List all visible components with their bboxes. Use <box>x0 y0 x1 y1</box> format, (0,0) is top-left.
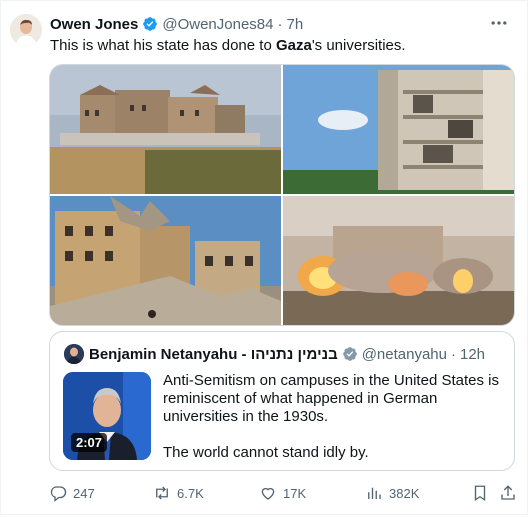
tweet-text: This is what his state has done to Gaza'… <box>50 37 406 55</box>
quoted-tweet-header: Benjamin Netanyahu - בנימין נתניהו @neta… <box>64 344 485 364</box>
tweet-card[interactable]: Owen Jones @OwenJones84 · 7h This is wha… <box>0 0 528 515</box>
quoted-video-thumbnail[interactable]: 2:07 <box>63 372 151 460</box>
media-image-4[interactable] <box>283 196 515 326</box>
views-count: 382K <box>389 485 420 501</box>
bookmark-button[interactable] <box>471 482 495 504</box>
repost-count: 6.7K <box>177 485 204 501</box>
more-options-icon[interactable] <box>489 13 509 33</box>
share-button[interactable] <box>499 482 523 504</box>
quoted-author-name: Benjamin Netanyahu - בנימין נתניהו <box>89 345 338 363</box>
verified-badge-icon <box>143 17 158 31</box>
separator-dot: · <box>277 15 283 33</box>
media-image-2[interactable] <box>283 65 515 194</box>
verified-badge-icon <box>342 347 357 361</box>
tweet-header: Owen Jones @OwenJones84 · 7h <box>50 14 487 34</box>
share-icon <box>501 485 515 500</box>
quoted-tweet-text: Anti-Semitism on campuses in the United … <box>163 372 503 462</box>
author-avatar[interactable] <box>10 14 42 46</box>
quoted-timestamp: 12h <box>460 345 486 363</box>
quoted-paragraph-2: The world cannot stand idly by. <box>163 444 369 461</box>
bookmark-icon <box>474 485 486 502</box>
views-chart-icon <box>368 487 381 499</box>
reply-icon <box>50 486 67 502</box>
tweet-text-part: This is what his state has done to <box>50 37 276 54</box>
tweet-text-part: 's universities. <box>311 37 406 54</box>
quoted-paragraph-1: Anti-Semitism on campuses in the United … <box>163 372 499 425</box>
media-image-3[interactable] <box>50 196 281 326</box>
timestamp[interactable]: 7h <box>286 16 303 33</box>
repost-button[interactable]: 6.7K <box>153 482 204 504</box>
quoted-tweet[interactable]: Benjamin Netanyahu - בנימין נתניהו @neta… <box>49 331 515 471</box>
media-grid <box>49 64 515 326</box>
like-button[interactable]: 17K <box>259 482 306 504</box>
media-image-1[interactable] <box>50 65 281 194</box>
quoted-author-avatar <box>64 344 84 364</box>
heart-icon <box>261 487 275 500</box>
separator-dot: · <box>451 345 456 363</box>
reply-button[interactable]: 247 <box>49 482 95 504</box>
video-duration: 2:07 <box>71 433 108 452</box>
views-button[interactable]: 382K <box>365 482 419 504</box>
hashtag-gaza[interactable]: Gaza <box>276 37 312 54</box>
author-handle[interactable]: @OwenJones84 <box>162 16 273 33</box>
action-bar: 247 6.7K 17K 382K <box>49 482 517 504</box>
quoted-author-handle: @netanyahu <box>361 345 447 363</box>
author-name[interactable]: Owen Jones <box>50 16 138 33</box>
repost-icon <box>156 486 168 500</box>
like-count: 17K <box>283 485 307 501</box>
reply-count: 247 <box>73 485 95 501</box>
